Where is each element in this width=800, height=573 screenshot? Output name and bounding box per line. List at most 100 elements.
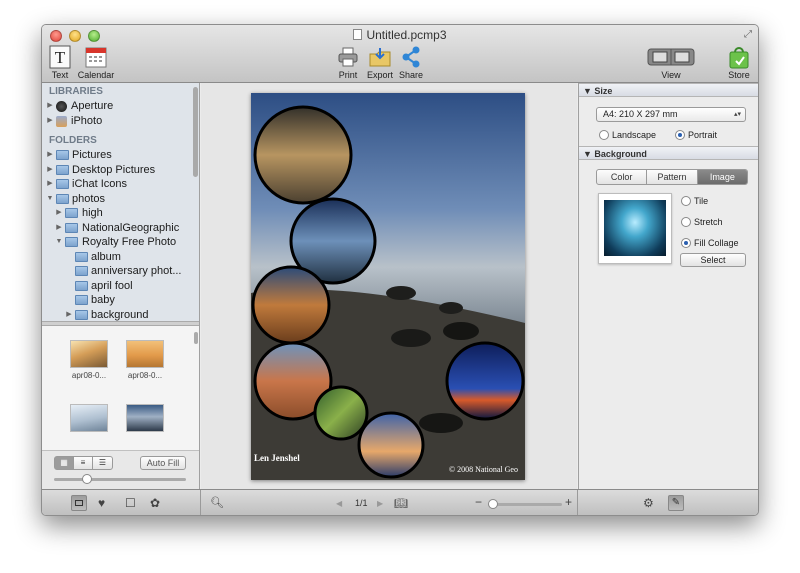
sidebar-item-royalty-free-photo[interactable]: ▼ Royalty Free Photo [42, 235, 199, 250]
zoom-out-icon[interactable]: − [475, 495, 482, 509]
thumbnail-label: apr08-0... [71, 371, 107, 380]
calendar-button[interactable]: Calendar [76, 45, 116, 80]
tab-image[interactable]: Image [697, 170, 747, 184]
next-page-icon[interactable]: ▶ [377, 499, 383, 508]
sidebar-item-label: Aperture [71, 100, 114, 112]
divider [200, 490, 201, 515]
background-header-label: Background [594, 149, 647, 159]
iphoto-icon [56, 115, 67, 127]
text-tool-button[interactable]: T Text [48, 45, 72, 80]
detail-view-icon[interactable]: ☰ [93, 457, 112, 469]
sidebar-item-background[interactable]: ▶ background [42, 308, 199, 322]
photos-tab-button[interactable] [71, 495, 87, 511]
sidebar-item-photos[interactable]: ▼ photos [42, 192, 199, 207]
disclosure-right-icon[interactable]: ▶ [46, 114, 54, 129]
list-view-icon[interactable]: ≡ [74, 457, 93, 469]
disclosure-right-icon[interactable]: ▶ [55, 221, 63, 236]
export-button[interactable]: Export [365, 45, 395, 80]
disclosure-right-icon[interactable]: ▶ [65, 308, 73, 322]
sidebar-item-album[interactable]: album [42, 250, 199, 265]
book-icon[interactable]: 📖︎ [394, 497, 408, 510]
stretch-radio[interactable]: Stretch [681, 216, 723, 228]
store-button[interactable]: Store [726, 45, 752, 80]
grid-view-icon[interactable]: ▦ [55, 457, 74, 469]
background-image-well[interactable] [598, 193, 672, 264]
browser-controls: ▦ ≡ ☰ Auto Fill [42, 450, 199, 489]
stretch-label: Stretch [694, 217, 723, 227]
sidebar-item-ichat-icons[interactable]: ▶ iChat Icons [42, 177, 199, 192]
sidebar-item-label: iPhoto [71, 114, 103, 127]
background-image-preview [604, 200, 666, 256]
fill-collage-label: Fill Collage [694, 238, 739, 248]
tile-label: Tile [694, 196, 709, 206]
disclosure-right-icon[interactable]: ▶ [46, 177, 54, 192]
share-icon [399, 45, 423, 69]
photo-thumbnail[interactable]: apr08-0... [69, 340, 109, 380]
libraries-header: LIBRARIES [49, 86, 103, 97]
size-section-header[interactable]: ▼ Size [579, 83, 758, 97]
fill-collage-radio[interactable]: Fill Collage [681, 237, 739, 249]
sidebar-item-aperture[interactable]: ▶ Aperture [42, 99, 199, 114]
settings-gear-icon[interactable]: ⚙ [643, 496, 654, 510]
tile-radio[interactable]: Tile [681, 195, 708, 207]
sidebar-item-label: photos [72, 192, 106, 205]
sidebar-item-baby[interactable]: baby [42, 293, 199, 308]
frame-icon[interactable]: ☐ [125, 496, 136, 510]
view-button[interactable]: View [646, 45, 696, 80]
thumbnail-size-knob[interactable] [82, 474, 92, 484]
portrait-radio[interactable]: Portrait [675, 129, 717, 141]
photo-thumbnail[interactable] [125, 404, 165, 435]
disclosure-right-icon[interactable]: ▶ [46, 148, 54, 163]
sidebar-item-high[interactable]: ▶ high [42, 206, 199, 221]
window-title-text: Untitled.pcmp3 [366, 28, 447, 42]
background-section-header[interactable]: ▼ Background [579, 146, 758, 160]
calendar-label: Calendar [77, 70, 115, 80]
radio-button-icon [599, 130, 609, 140]
share-label: Share [399, 70, 424, 80]
auto-fill-button[interactable]: Auto Fill [140, 456, 186, 470]
print-button[interactable]: Print [336, 45, 360, 80]
disclosure-right-icon[interactable]: ▶ [46, 163, 54, 178]
thumbnail-image [70, 404, 108, 432]
thumbnail-browser: apr08-0... apr08-0... [42, 326, 199, 450]
sidebar-item-april-fool[interactable]: april fool [42, 279, 199, 294]
fullscreen-icon[interactable]: ⤢ [744, 29, 752, 40]
source-list-scrollbar[interactable] [193, 87, 198, 177]
sidebar-item-label: NationalGeographic [82, 221, 180, 234]
zoom-to-fit-icon[interactable]: 🔍︎ [210, 496, 224, 509]
zoom-slider-knob[interactable] [488, 499, 498, 509]
paper-size-dropdown[interactable]: A4: 210 X 297 mm ▴▾ [596, 107, 746, 122]
select-image-button[interactable]: Select [680, 253, 746, 267]
sidebar-item-label: iChat Icons [72, 178, 128, 190]
zoom-in-icon[interactable]: + [565, 495, 572, 509]
sidebar-item-iphoto[interactable]: ▶ iPhoto [42, 114, 199, 129]
sidebar-item-anniversary[interactable]: anniversary phot... [42, 264, 199, 279]
tab-pattern[interactable]: Pattern [647, 170, 698, 184]
sidebar-item-pictures[interactable]: ▶ Pictures [42, 148, 199, 163]
printer-icon [336, 45, 360, 69]
inspector-tab-icon[interactable]: ✎ [668, 495, 684, 511]
disclosure-down-icon[interactable]: ▼ [55, 235, 63, 250]
heart-icon[interactable]: ♥ [98, 496, 105, 510]
collage-page[interactable]: Len Jenshel © 2008 National Geo [251, 93, 525, 480]
landscape-radio[interactable]: Landscape [599, 129, 656, 141]
background-type-tabs: Color Pattern Image [596, 169, 748, 185]
photo-thumbnail[interactable] [69, 404, 109, 435]
folder-icon [75, 251, 88, 262]
sidebar-item-desktop-pictures[interactable]: ▶ Desktop Pictures [42, 163, 199, 178]
disclosure-right-icon[interactable]: ▶ [46, 99, 54, 114]
zoom-slider[interactable] [488, 503, 562, 506]
thumbnail-size-slider[interactable] [54, 478, 186, 481]
paper-size-value: A4: 210 X 297 mm [603, 109, 678, 119]
sidebar-item-label: anniversary phot... [91, 265, 182, 277]
share-button[interactable]: Share [399, 45, 423, 80]
disclosure-right-icon[interactable]: ▶ [55, 206, 63, 221]
disclosure-down-icon[interactable]: ▼ [46, 192, 54, 207]
view-label: View [661, 70, 681, 80]
thumbnail-scrollbar[interactable] [194, 332, 198, 344]
previous-page-icon[interactable]: ◀ [336, 499, 342, 508]
photo-thumbnail[interactable]: apr08-0... [125, 340, 165, 380]
sidebar-item-nationalgeographic[interactable]: ▶ NationalGeographic [42, 221, 199, 236]
effects-icon[interactable]: ✿ [150, 496, 160, 510]
tab-color[interactable]: Color [597, 170, 648, 184]
